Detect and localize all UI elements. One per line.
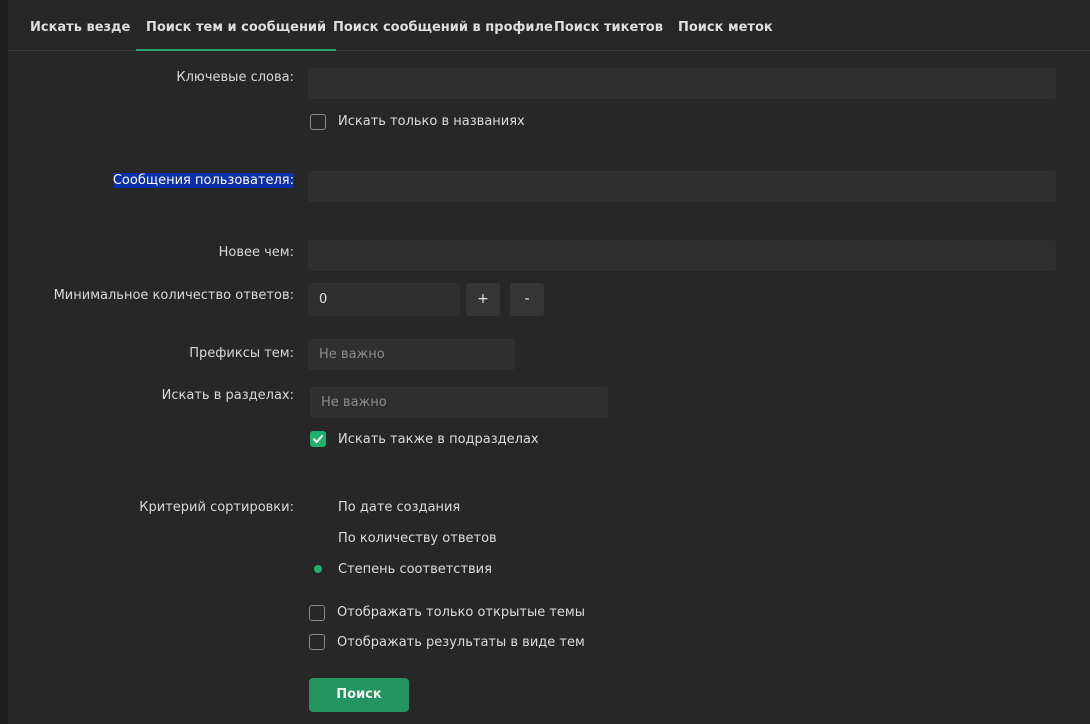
tab-tags[interactable]: Поиск меток bbox=[678, 0, 773, 51]
open-only-checkbox[interactable] bbox=[309, 605, 325, 621]
sort-option-relevance[interactable]: Степень соответствия bbox=[338, 562, 492, 577]
sort-radio-date[interactable] bbox=[310, 499, 326, 515]
titles-only-label: Искать только в названиях bbox=[338, 114, 525, 129]
min-replies-label: Минимальное количество ответов: bbox=[53, 288, 294, 303]
newer-than-label: Новее чем: bbox=[218, 245, 294, 260]
tab-threads-posts[interactable]: Поиск тем и сообщений bbox=[136, 0, 337, 51]
as-threads-checkbox[interactable] bbox=[309, 634, 325, 650]
sort-radio-relevance[interactable] bbox=[310, 561, 326, 577]
titles-only-checkbox[interactable] bbox=[310, 114, 326, 130]
keywords-input[interactable] bbox=[308, 68, 1056, 99]
sort-option-replies[interactable]: По количеству ответов bbox=[338, 531, 497, 546]
prefixes-label: Префиксы тем: bbox=[189, 346, 294, 361]
decrement-button[interactable]: - bbox=[510, 283, 544, 316]
user-posts-input[interactable] bbox=[308, 171, 1056, 202]
as-threads-label: Отображать результаты в виде тем bbox=[337, 635, 585, 650]
tab-search-everywhere[interactable]: Искать везде bbox=[30, 0, 130, 51]
sort-radio-replies[interactable] bbox=[310, 530, 326, 546]
radio-selected-dot bbox=[314, 565, 322, 573]
open-only-label: Отображать только открытые темы bbox=[337, 605, 585, 620]
subsections-label: Искать также в подразделах bbox=[338, 432, 539, 447]
min-replies-input[interactable]: 0 bbox=[308, 283, 460, 316]
user-posts-label: Сообщения пользователя: bbox=[112, 173, 294, 188]
search-submit-button[interactable]: Поиск bbox=[309, 678, 409, 712]
newer-than-input[interactable] bbox=[308, 240, 1056, 271]
sort-label: Критерий сортировки: bbox=[139, 500, 294, 515]
tab-profile-posts[interactable]: Поиск сообщений в профиле bbox=[333, 0, 553, 51]
window-edge bbox=[0, 0, 8, 724]
sections-label: Искать в разделах: bbox=[161, 388, 294, 403]
check-icon bbox=[313, 435, 323, 443]
sort-option-date[interactable]: По дате создания bbox=[338, 500, 460, 515]
prefixes-select[interactable]: Не важно bbox=[308, 339, 515, 370]
subsections-checkbox[interactable] bbox=[310, 431, 326, 447]
keywords-label: Ключевые слова: bbox=[176, 70, 294, 85]
tab-tickets[interactable]: Поиск тикетов bbox=[554, 0, 663, 51]
sections-select[interactable]: Не важно bbox=[310, 387, 608, 418]
increment-button[interactable]: + bbox=[466, 283, 500, 316]
search-tabs: Искать везде Поиск тем и сообщений Поиск… bbox=[8, 0, 1090, 51]
